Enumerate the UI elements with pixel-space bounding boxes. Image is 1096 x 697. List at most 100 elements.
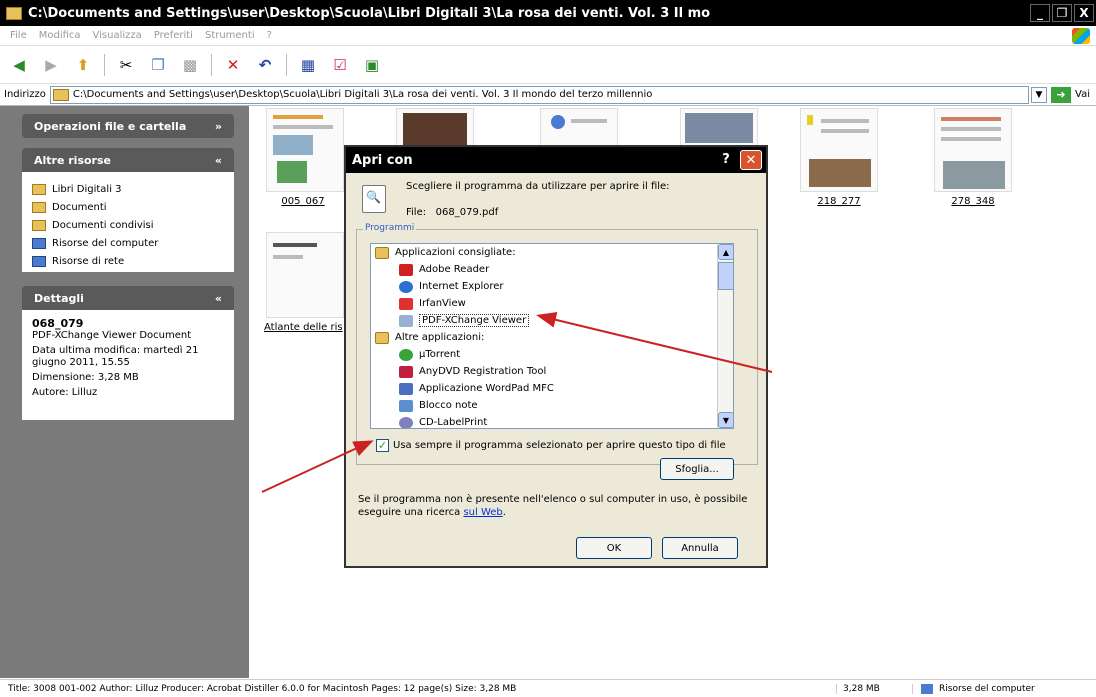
list-item[interactable]: CD-LabelPrint <box>371 414 733 428</box>
maximize-button[interactable]: ❐ <box>1052 4 1072 22</box>
list-scrollbar[interactable]: ▲ ▼ <box>717 244 733 428</box>
panel-title: Operazioni file e cartella <box>34 119 187 133</box>
cancel-button[interactable]: Annulla <box>662 537 738 559</box>
go-arrow-icon[interactable]: ➜ <box>1051 86 1072 103</box>
menu-strumenti[interactable]: Strumenti <box>205 30 255 41</box>
go-button[interactable]: Vai <box>1075 89 1090 100</box>
app-label: Applicazione WordPad MFC <box>419 383 554 394</box>
panel-header[interactable]: Altre risorse « <box>22 148 234 172</box>
web-search-link[interactable]: sul Web <box>463 507 502 518</box>
panel-header[interactable]: Dettagli « <box>22 286 234 310</box>
list-item[interactable]: Blocco note <box>371 397 733 414</box>
file-thumbnail[interactable] <box>680 108 758 148</box>
list-category: Altre applicazioni: <box>371 329 733 346</box>
shared-folder-icon <box>32 219 46 231</box>
scroll-up-icon[interactable]: ▲ <box>718 244 733 260</box>
programs-list[interactable]: Applicazioni consigliate: Adobe Reader I… <box>370 243 734 429</box>
list-item-selected[interactable]: PDF-XChange Viewer <box>371 312 733 329</box>
network-icon <box>32 255 46 267</box>
delete-icon[interactable]: ✕ <box>222 54 244 76</box>
back-icon[interactable]: ◀ <box>8 54 30 76</box>
app-label: µTorrent <box>419 349 461 360</box>
menu-visualizza[interactable]: Visualizza <box>93 30 142 41</box>
list-item[interactable]: Adobe Reader <box>371 261 733 278</box>
details-panel: Dettagli « 068_079 PDF-XChange Viewer Do… <box>22 286 234 420</box>
close-button[interactable]: X <box>1074 4 1094 22</box>
toolbar-separator <box>104 53 105 76</box>
dialog-prompt: Scegliere il programma da utilizzare per… <box>406 181 670 192</box>
file-thumbnail[interactable] <box>540 108 618 148</box>
window-title: C:\Documents and Settings\user\Desktop\S… <box>28 5 711 21</box>
dialog-title: Apri con <box>352 152 413 168</box>
list-item[interactable]: IrfanView <box>371 295 733 312</box>
detail-filename: 068_079 <box>32 317 84 330</box>
menu-file[interactable]: File <box>10 30 27 41</box>
file-thumbnail[interactable] <box>266 108 344 192</box>
menu-modifica[interactable]: Modifica <box>39 30 81 41</box>
views-icon[interactable]: ▦ <box>297 54 319 76</box>
file-label[interactable]: 218_277 <box>794 196 884 207</box>
forward-icon[interactable]: ▶ <box>40 54 62 76</box>
resource-link[interactable]: Risorse di rete <box>32 252 224 270</box>
ok-button[interactable]: OK <box>576 537 652 559</box>
resource-label: Documenti <box>52 201 107 213</box>
resource-link[interactable]: Documenti <box>32 198 224 216</box>
file-label[interactable]: 005_067 <box>258 196 348 207</box>
file-label[interactable]: 278_348 <box>928 196 1018 207</box>
undo-icon[interactable]: ↶ <box>254 54 276 76</box>
browse-button[interactable]: Sfoglia... <box>660 458 734 480</box>
panel-header[interactable]: Operazioni file e cartella » <box>22 114 234 138</box>
panel-body: 068_079 PDF-XChange Viewer Document Data… <box>22 310 234 420</box>
file-thumbnail[interactable] <box>934 108 1012 192</box>
up-folder-icon[interactable]: ⬆ <box>72 54 94 76</box>
app-label: Internet Explorer <box>419 281 504 292</box>
folder-icon <box>375 331 389 344</box>
dialog-file-info: File: 068_079.pdf <box>406 207 498 218</box>
resource-link[interactable]: Libri Digitali 3 <box>32 180 224 198</box>
app-label: Adobe Reader <box>419 264 490 275</box>
panel-title: Dettagli <box>34 291 84 305</box>
app-label: IrfanView <box>419 298 466 309</box>
status-location: Risorse del computer <box>912 683 1096 694</box>
always-use-checkbox[interactable]: ✓ <box>376 439 389 452</box>
file-thumbnail[interactable] <box>800 108 878 192</box>
window-titlebar: C:\Documents and Settings\user\Desktop\S… <box>0 0 1096 26</box>
toolbar-separator <box>211 53 212 76</box>
resource-link[interactable]: Documenti condivisi <box>32 216 224 234</box>
toolbar: ◀ ▶ ⬆ ✂ ❐ ▩ ✕ ↶ ▦ ☑ ▣ <box>0 46 1096 84</box>
adobe-reader-icon <box>399 263 413 276</box>
address-dropdown-icon[interactable]: ▼ <box>1031 86 1048 103</box>
wordpad-icon <box>399 382 413 395</box>
folder-options-icon[interactable]: ▣ <box>361 54 383 76</box>
file-operations-panel: Operazioni file e cartella » <box>22 114 234 138</box>
minimize-button[interactable]: _ <box>1030 4 1050 22</box>
menu-help[interactable]: ? <box>267 30 272 41</box>
copy-icon[interactable]: ❐ <box>147 54 169 76</box>
close-icon[interactable]: ✕ <box>740 150 762 170</box>
file-thumbnail[interactable] <box>396 108 474 148</box>
folder-icon <box>32 183 46 195</box>
irfanview-icon <box>399 297 413 310</box>
properties-icon[interactable]: ☑ <box>329 54 351 76</box>
file-label[interactable]: Atlante delle ris <box>264 322 354 333</box>
list-item[interactable]: µTorrent <box>371 346 733 363</box>
expand-chevron-icon: » <box>214 119 222 133</box>
group-title: Programmi <box>363 223 417 233</box>
resource-link[interactable]: Risorse del computer <box>32 234 224 252</box>
address-input[interactable]: C:\Documents and Settings\user\Desktop\S… <box>49 85 1030 104</box>
list-item[interactable]: AnyDVD Registration Tool <box>371 363 733 380</box>
cut-icon[interactable]: ✂ <box>115 54 137 76</box>
file-search-icon <box>362 185 386 213</box>
pdf-xchange-icon <box>399 314 413 327</box>
list-item[interactable]: Applicazione WordPad MFC <box>371 380 733 397</box>
windows-logo-icon <box>1072 28 1090 44</box>
help-icon[interactable]: ? <box>716 150 736 168</box>
menu-preferiti[interactable]: Preferiti <box>154 30 193 41</box>
list-item[interactable]: Internet Explorer <box>371 278 733 295</box>
scroll-down-icon[interactable]: ▼ <box>718 412 733 428</box>
scroll-thumb[interactable] <box>718 262 733 290</box>
note-text: Se il programma non è presente nell'elen… <box>358 494 748 518</box>
notepad-icon <box>399 399 413 412</box>
paste-icon[interactable]: ▩ <box>179 54 201 76</box>
file-thumbnail[interactable] <box>266 232 344 318</box>
